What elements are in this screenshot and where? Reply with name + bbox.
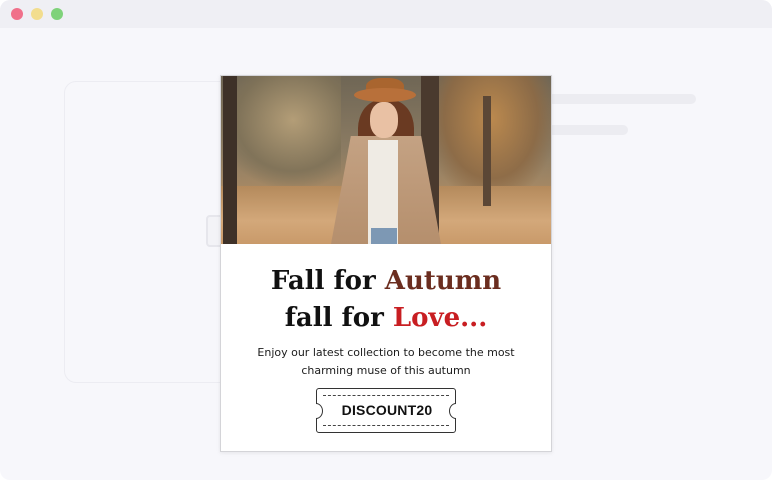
promo-popup: Fall for Autumn fall for Love... Enjoy o… [220, 75, 552, 452]
headline-accent-autumn: Autumn [384, 266, 502, 296]
hero-model-hat-brim [354, 88, 416, 102]
maximize-window-button[interactable] [51, 8, 63, 20]
coupon-code-ticket[interactable]: DISCOUNT20 [316, 388, 456, 433]
browser-window: Fall for Autumn fall for Love... Enjoy o… [0, 0, 772, 480]
hero-image [221, 76, 551, 244]
minimize-window-button[interactable] [31, 8, 43, 20]
headline-line-1: Fall for Autumn [221, 266, 551, 296]
background-text-line-placeholder [548, 94, 696, 104]
hero-tree-trunk [223, 76, 237, 244]
ticket-perforation [323, 395, 449, 396]
window-titlebar [0, 0, 772, 28]
hero-foliage [431, 76, 551, 196]
promo-description: Enjoy our latest collection to become th… [241, 344, 531, 380]
hero-model-jeans [371, 228, 397, 244]
promo-description-line-1: Enjoy our latest collection to become th… [257, 346, 515, 359]
headline-line-2-text: fall for [284, 303, 393, 333]
headline-accent-love: Love... [392, 303, 488, 333]
background-text-line-placeholder [548, 125, 628, 135]
headline-line-2: fall for Love... [221, 303, 551, 333]
ticket-perforation [323, 425, 449, 426]
promo-description-line-2: charming muse of this autumn [301, 364, 471, 377]
headline-line-1-text: Fall for [270, 266, 385, 296]
close-window-button[interactable] [11, 8, 23, 20]
coupon-code-text: DISCOUNT20 [341, 402, 433, 418]
hero-model-face [370, 102, 398, 138]
hero-tree-trunk [483, 96, 491, 206]
hero-foliage [221, 76, 341, 186]
